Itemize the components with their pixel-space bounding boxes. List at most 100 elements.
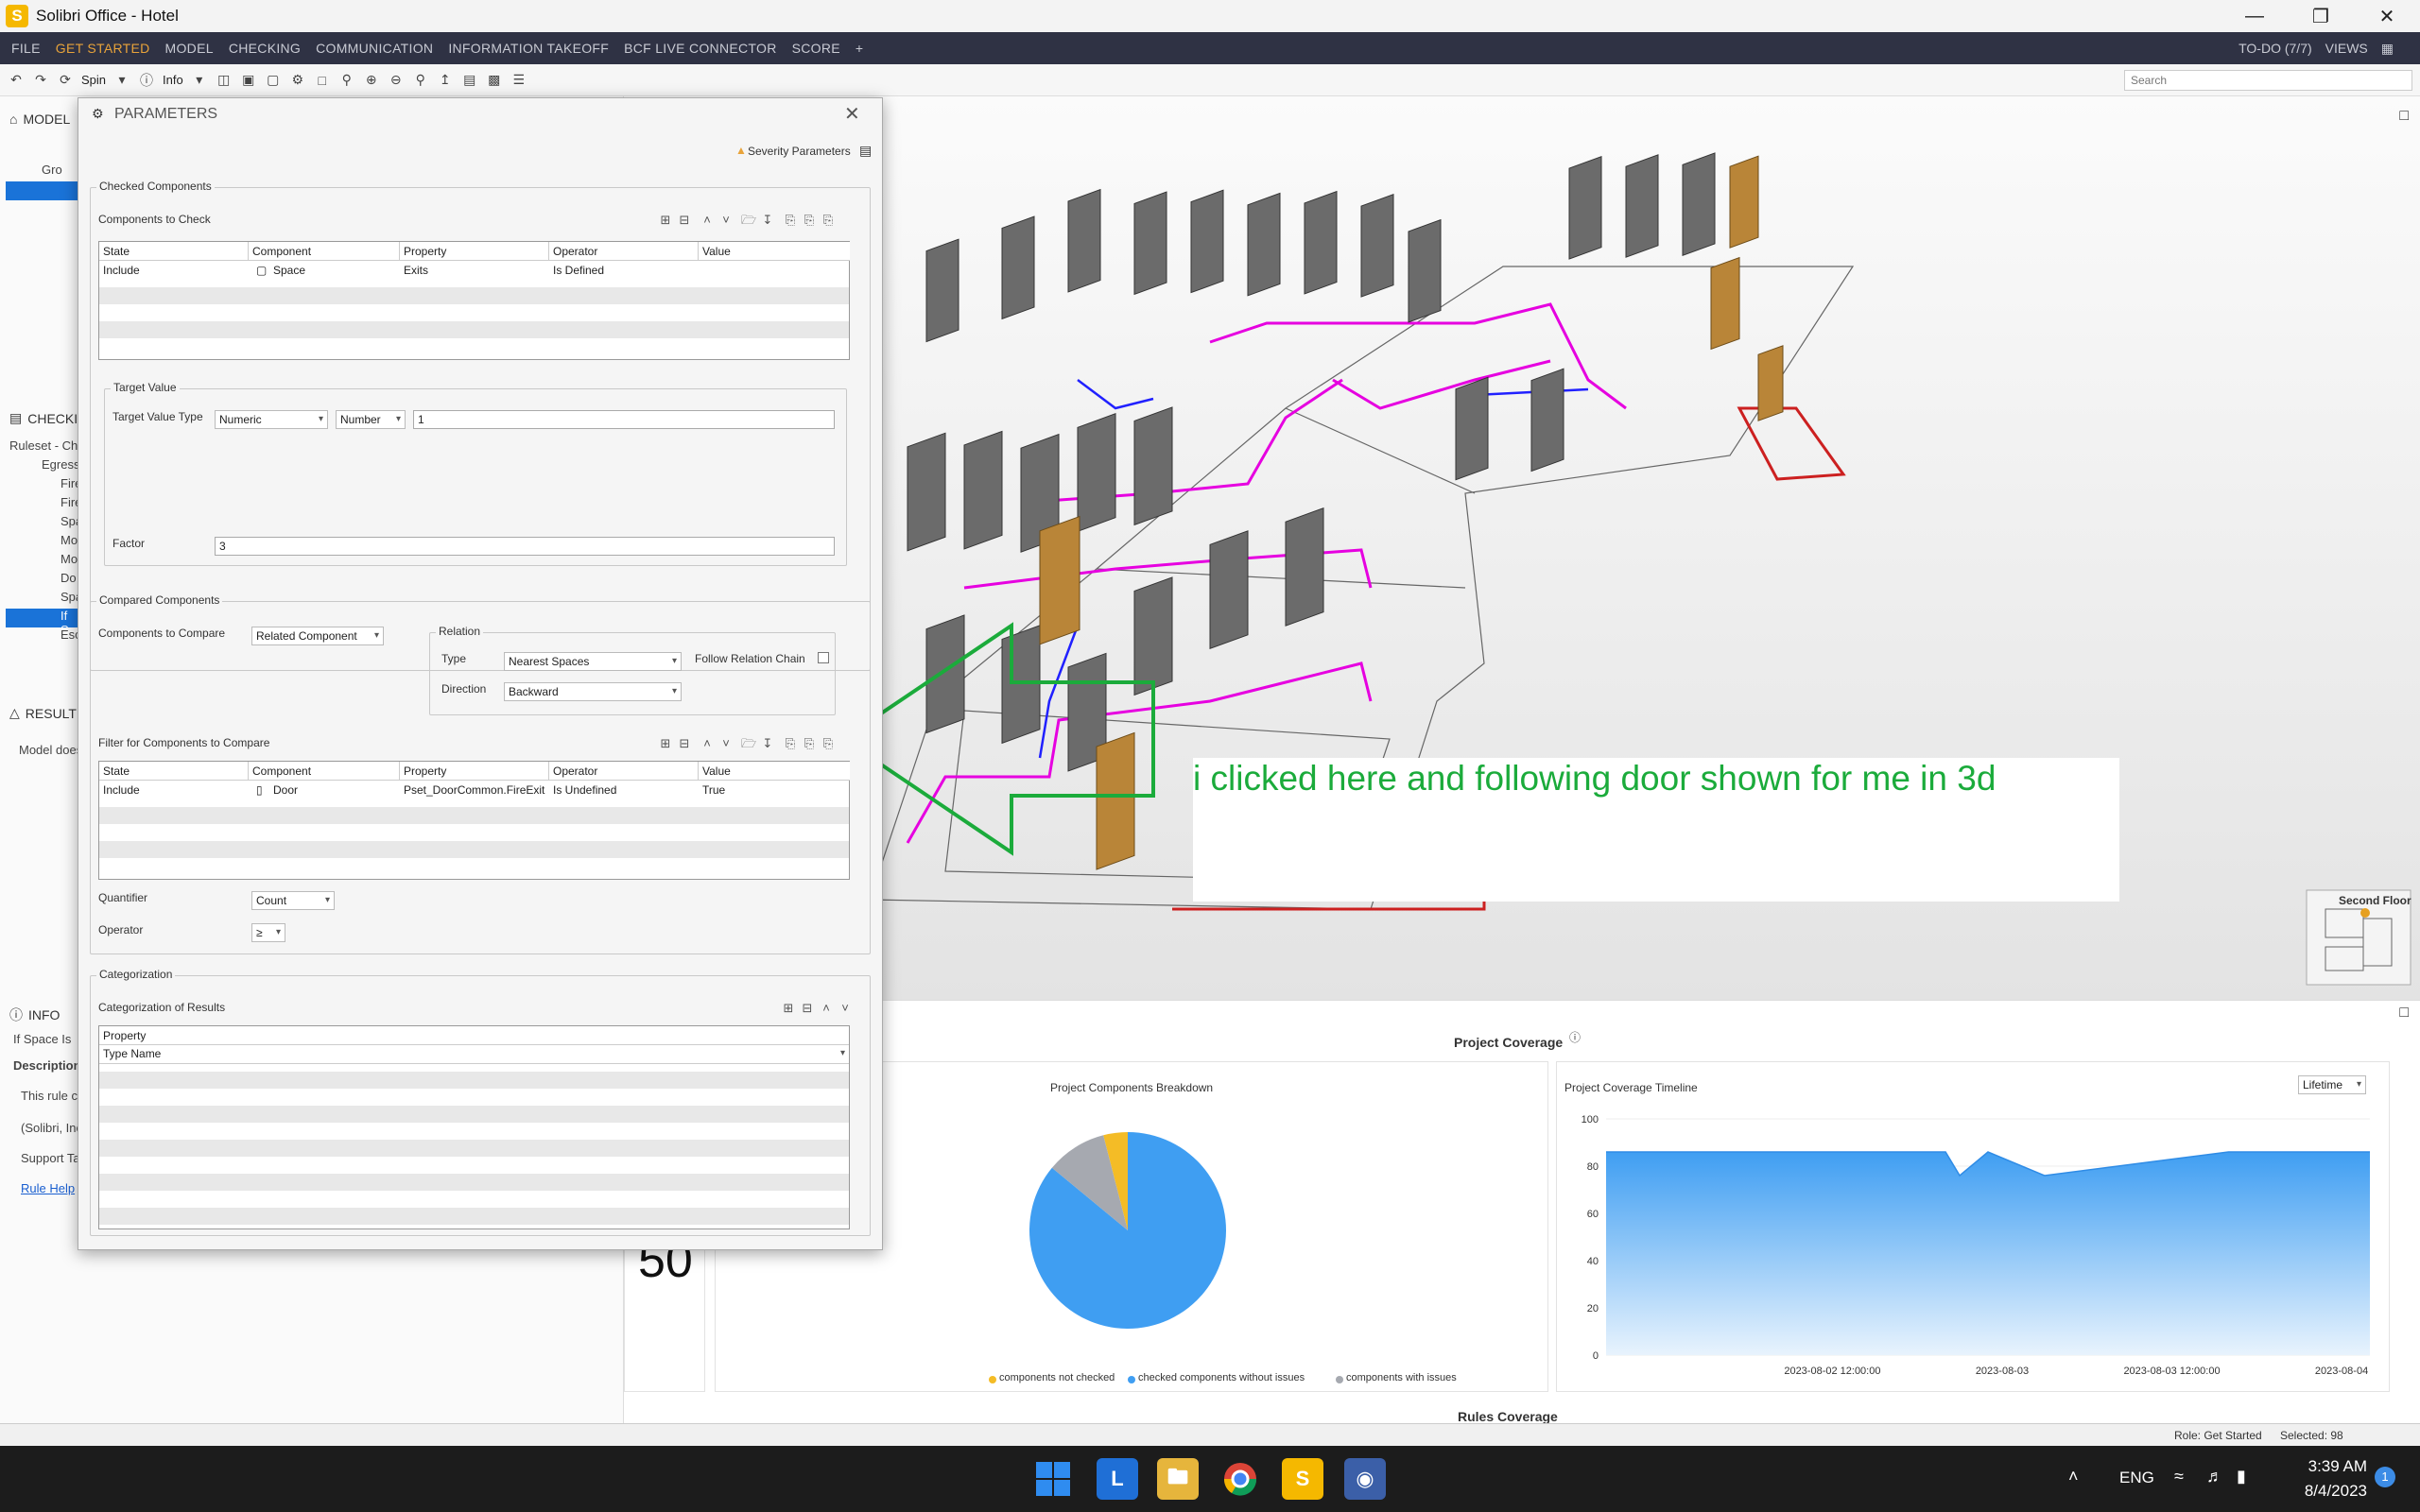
follow-chain-checkbox[interactable]: [818, 652, 829, 663]
components-to-check-table[interactable]: State Component Property Operator Value …: [98, 241, 850, 360]
severity-parameters-link[interactable]: Severity Parameters: [748, 145, 851, 158]
select-icon[interactable]: ◫: [216, 72, 233, 89]
redo-icon[interactable]: ↷: [32, 72, 49, 89]
add-row-icon[interactable]: ⊞: [658, 736, 673, 751]
chrome-icon[interactable]: [1219, 1458, 1261, 1500]
l-app-icon[interactable]: L: [1097, 1458, 1138, 1500]
menu-bcf-live-connector[interactable]: BCF LIVE CONNECTOR: [624, 41, 777, 56]
menu-file[interactable]: FILE: [11, 41, 41, 56]
remove-row-icon[interactable]: ⊟: [800, 1001, 815, 1016]
move-down-icon[interactable]: ˅: [838, 1001, 853, 1016]
col-operator[interactable]: Operator: [549, 762, 699, 781]
zoom-in-icon[interactable]: ⊕: [363, 72, 380, 89]
save-icon[interactable]: ↧: [760, 736, 775, 751]
open-folder-icon[interactable]: 🗁: [741, 736, 756, 751]
col-component[interactable]: Component: [249, 242, 400, 261]
col-value[interactable]: Value: [699, 762, 850, 781]
battery-icon[interactable]: ▮: [2237, 1467, 2246, 1486]
menu-information-takeoff[interactable]: INFORMATION TAKEOFF: [448, 41, 609, 56]
zoom-out-icon[interactable]: ⊖: [388, 72, 405, 89]
operator-select[interactable]: ≥ ▾: [251, 923, 285, 942]
zoom-window-icon[interactable]: ⚲: [412, 72, 429, 89]
open-folder-icon[interactable]: 🗁: [741, 213, 756, 228]
quantifier-select[interactable]: Count ▾: [251, 891, 335, 910]
clock-time[interactable]: 3:39 AM: [2291, 1457, 2367, 1476]
notification-badge[interactable]: 1: [2375, 1467, 2395, 1487]
add-row-icon[interactable]: ⊞: [781, 1001, 796, 1016]
hide-icon[interactable]: ▣: [240, 72, 257, 89]
zoom-fit-icon[interactable]: ⚲: [338, 72, 355, 89]
volume-icon[interactable]: ♬: [2206, 1467, 2223, 1486]
search-input[interactable]: Search: [2124, 70, 2412, 91]
relation-type-select[interactable]: Nearest Spaces ▾: [504, 652, 682, 671]
move-down-icon[interactable]: ˅: [718, 213, 734, 228]
views-menu[interactable]: VIEWS: [2325, 41, 2368, 56]
menu-score[interactable]: SCORE: [792, 41, 840, 56]
section-icon[interactable]: ▤: [461, 72, 478, 89]
filter-components-table[interactable]: State Component Property Operator Value …: [98, 761, 850, 880]
add-row-icon[interactable]: ⊞: [658, 213, 673, 228]
col-state[interactable]: State: [99, 762, 249, 781]
measure-icon[interactable]: ↥: [437, 72, 454, 89]
col-state[interactable]: State: [99, 242, 249, 261]
camera-icon[interactable]: ▩: [486, 72, 503, 89]
col-property[interactable]: Property: [400, 242, 549, 261]
add-tab-button[interactable]: +: [856, 41, 863, 56]
dialog-close-button[interactable]: ✕: [844, 102, 860, 126]
move-up-icon[interactable]: ˄: [700, 213, 715, 228]
rule-item-selected[interactable]: If S: [6, 609, 78, 637]
spin-mode-button[interactable]: Spin: [81, 73, 106, 87]
menu-model[interactable]: MODEL: [165, 41, 214, 56]
close-button[interactable]: ✕: [2354, 0, 2420, 32]
remove-row-icon[interactable]: ⊟: [677, 213, 692, 228]
move-down-icon[interactable]: ˅: [718, 736, 734, 751]
windows-start-icon[interactable]: [1032, 1458, 1074, 1500]
save-icon[interactable]: ↧: [760, 213, 775, 228]
target-value-type-select[interactable]: Numeric ▾: [215, 410, 328, 429]
remove-row-icon[interactable]: ⊟: [677, 736, 692, 751]
paste-icon[interactable]: ⎘: [802, 736, 817, 751]
chevron-up-icon[interactable]: ˄: [2068, 1467, 2079, 1486]
box-icon[interactable]: □: [314, 72, 331, 89]
move-up-icon[interactable]: ˄: [819, 1001, 834, 1016]
col-component[interactable]: Component: [249, 762, 400, 781]
layers-icon[interactable]: ☰: [510, 72, 527, 89]
clipboard-icon[interactable]: ⎘: [821, 736, 836, 751]
components-icon[interactable]: ⚙: [289, 72, 306, 89]
restore-button[interactable]: ❐: [2288, 0, 2354, 32]
info-icon[interactable]: ⓘ: [138, 72, 155, 89]
col-property[interactable]: Property: [400, 762, 549, 781]
copy-icon[interactable]: ⎘: [783, 736, 798, 751]
isolate-icon[interactable]: ▢: [265, 72, 282, 89]
paint-icon[interactable]: ◉: [1344, 1458, 1386, 1500]
copy-icon[interactable]: ⎘: [783, 213, 798, 228]
menu-checking[interactable]: CHECKING: [229, 41, 301, 56]
target-value-input[interactable]: 1: [413, 410, 835, 429]
col-value[interactable]: Value: [699, 242, 850, 261]
components-to-compare-select[interactable]: Related Component ▾: [251, 627, 384, 645]
maximize-view-icon[interactable]: □: [2399, 108, 2409, 125]
menu-communication[interactable]: COMMUNICATION: [316, 41, 433, 56]
col-operator[interactable]: Operator: [549, 242, 699, 261]
col-property[interactable]: Property: [99, 1026, 849, 1045]
type-name-select[interactable]: Type Name ▾: [99, 1045, 849, 1064]
info-mode-button[interactable]: Info: [163, 73, 183, 87]
language-indicator[interactable]: ENG: [2119, 1469, 2154, 1487]
spin-icon[interactable]: ⟳: [57, 72, 74, 89]
chevron-down-icon[interactable]: ▾: [191, 72, 208, 89]
number-type-select[interactable]: Number ▾: [336, 410, 406, 429]
move-up-icon[interactable]: ˄: [700, 736, 715, 751]
paste-icon[interactable]: ⎘: [802, 213, 817, 228]
wifi-icon[interactable]: ≈: [2174, 1467, 2184, 1486]
direction-select[interactable]: Backward ▾: [504, 682, 682, 701]
chevron-down-icon[interactable]: ▾: [113, 72, 130, 89]
menu-get-started[interactable]: GET STARTED: [56, 41, 150, 56]
todo-menu[interactable]: TO-DO (7/7): [2238, 41, 2312, 56]
file-explorer-icon[interactable]: 🖿: [1157, 1458, 1199, 1500]
minimize-button[interactable]: —: [2221, 0, 2288, 32]
clock-date[interactable]: 8/4/2023: [2282, 1482, 2367, 1501]
help-icon[interactable]: ⓘ: [1569, 1029, 1581, 1045]
tree-selected-row[interactable]: [6, 181, 78, 200]
layout-icon[interactable]: ▦: [2381, 41, 2394, 57]
undo-icon[interactable]: ↶: [8, 72, 25, 89]
